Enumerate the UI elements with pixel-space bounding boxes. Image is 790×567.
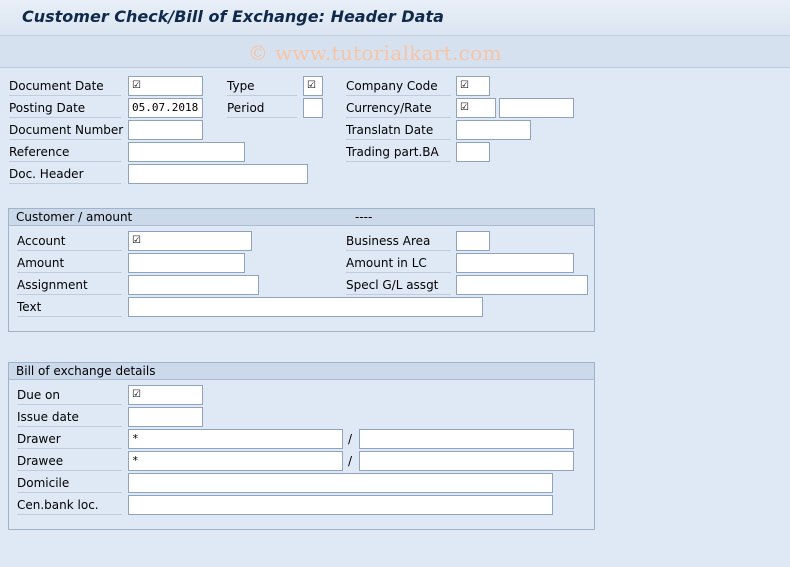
- issue-date-input[interactable]: [128, 407, 203, 427]
- amount-label: Amount: [17, 253, 122, 273]
- trading-part-input[interactable]: [456, 142, 490, 162]
- domicile-label: Domicile: [17, 473, 122, 493]
- period-label: Period: [227, 98, 297, 118]
- watermark: © www.tutorialkart.com: [248, 41, 502, 65]
- document-number-input[interactable]: [128, 120, 203, 140]
- reference-input[interactable]: [128, 142, 245, 162]
- translation-date-input[interactable]: [456, 120, 531, 140]
- text-input[interactable]: [128, 297, 483, 317]
- due-on-input[interactable]: ☑: [128, 385, 203, 405]
- period-input[interactable]: [303, 98, 323, 118]
- required-icon: ☑: [132, 80, 141, 91]
- customer-amount-group-title: Customer / amount ----: [9, 209, 594, 226]
- issue-date-label: Issue date: [17, 407, 122, 427]
- amount-lc-label: Amount in LC: [346, 253, 451, 273]
- required-icon: ☑: [307, 80, 316, 91]
- business-area-input[interactable]: [456, 231, 490, 251]
- posting-date-input[interactable]: 05.07.2018: [128, 98, 203, 118]
- drawee-label: Drawee: [17, 451, 122, 471]
- doc-header-label: Doc. Header: [9, 164, 121, 184]
- drawer-input[interactable]: *: [128, 429, 343, 449]
- required-icon: ☑: [460, 80, 469, 91]
- cen-bank-input[interactable]: [128, 495, 553, 515]
- header-data-screen: Document Date ☑ Posting Date 05.07.2018 …: [5, 68, 790, 567]
- domicile-input[interactable]: [128, 473, 553, 493]
- document-date-input[interactable]: ☑: [128, 76, 203, 96]
- cen-bank-label: Cen.bank loc.: [17, 495, 122, 515]
- currency-input[interactable]: ☑: [456, 98, 496, 118]
- window-title: Customer Check/Bill of Exchange: Header …: [22, 7, 444, 26]
- drawee-2-input[interactable]: [359, 451, 574, 471]
- drawer-separator: /: [348, 432, 353, 446]
- special-gl-input[interactable]: [456, 275, 588, 295]
- boe-details-group-title: Bill of exchange details: [9, 363, 594, 380]
- text-label: Text: [17, 297, 122, 317]
- group-dashes: ----: [355, 210, 373, 224]
- company-code-label: Company Code: [346, 76, 451, 96]
- drawee-separator: /: [348, 454, 353, 468]
- document-number-label: Document Number: [9, 120, 123, 140]
- type-label: Type: [227, 76, 297, 96]
- required-icon: ☑: [132, 235, 141, 246]
- translation-date-label: Translatn Date: [346, 120, 451, 140]
- assignment-label: Assignment: [17, 275, 122, 295]
- account-input[interactable]: ☑: [128, 231, 252, 251]
- trading-part-label: Trading part.BA: [346, 142, 451, 162]
- drawee-input[interactable]: *: [128, 451, 343, 471]
- boe-details-group: Bill of exchange details Due on ☑ Issue …: [8, 362, 595, 530]
- assignment-input[interactable]: [128, 275, 259, 295]
- required-icon: ☑: [460, 102, 469, 113]
- currency-rate-label: Currency/Rate: [346, 98, 451, 118]
- amount-lc-input[interactable]: [456, 253, 574, 273]
- drawer-label: Drawer: [17, 429, 122, 449]
- customer-amount-title: Customer / amount: [16, 210, 133, 224]
- title-bar: Customer Check/Bill of Exchange: Header …: [0, 0, 790, 36]
- posting-date-label: Posting Date: [9, 98, 121, 118]
- doc-header-input[interactable]: [128, 164, 308, 184]
- business-area-label: Business Area: [346, 231, 451, 251]
- special-gl-label: Specl G/L assgt: [346, 275, 451, 295]
- amount-input[interactable]: [128, 253, 245, 273]
- drawer-2-input[interactable]: [359, 429, 574, 449]
- exchange-rate-input[interactable]: [499, 98, 574, 118]
- company-code-input[interactable]: ☑: [456, 76, 490, 96]
- required-icon: ☑: [132, 389, 141, 400]
- document-date-label: Document Date: [9, 76, 121, 96]
- due-on-label: Due on: [17, 385, 122, 405]
- customer-amount-group: Customer / amount ---- Account ☑ Amount …: [8, 208, 595, 332]
- type-input[interactable]: ☑: [303, 76, 323, 96]
- account-label: Account: [17, 231, 122, 251]
- reference-label: Reference: [9, 142, 121, 162]
